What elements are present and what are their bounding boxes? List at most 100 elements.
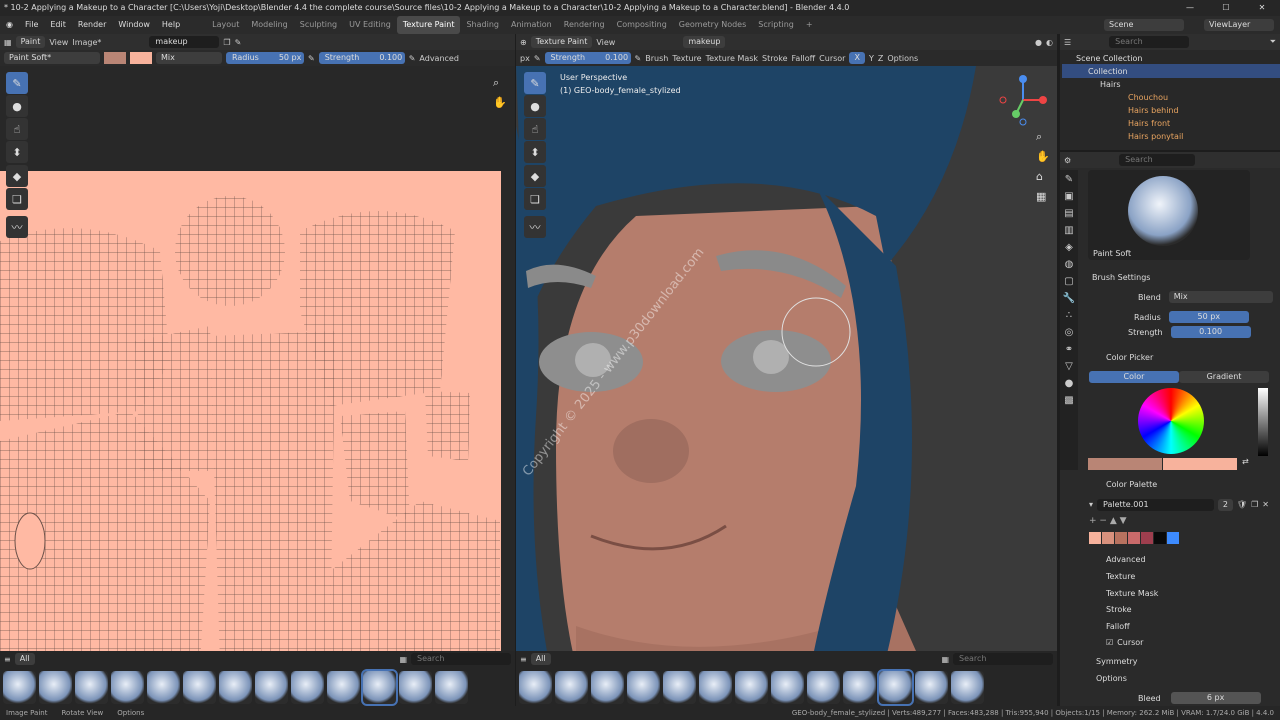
tab-scripting[interactable]: Scripting xyxy=(752,16,800,34)
tool-tab-icon[interactable]: ✎ xyxy=(1065,174,1073,185)
image-name-field[interactable]: makeup xyxy=(149,36,220,48)
outliner-row[interactable]: Hairs behind xyxy=(1062,103,1280,117)
render-tab-icon[interactable]: ▣ xyxy=(1064,191,1073,202)
outliner-search-input[interactable]: Search xyxy=(1109,36,1190,48)
shading-solid-icon[interactable]: ● xyxy=(1035,38,1042,47)
move-down-icon[interactable]: ▼ xyxy=(1120,516,1127,526)
tab-animation[interactable]: Animation xyxy=(505,16,558,34)
swap-colors-icon[interactable]: ⇄ xyxy=(1242,457,1249,466)
shelf-menu-icon[interactable]: ≡ xyxy=(520,655,527,664)
brush-thumb[interactable] xyxy=(111,670,144,704)
secondary-color-field[interactable] xyxy=(1163,458,1237,470)
pin-icon[interactable]: ✎ xyxy=(235,38,242,47)
shelf-all-tab[interactable]: All xyxy=(14,653,35,665)
properties-search-input[interactable]: Search xyxy=(1119,154,1196,166)
viewport-zoom-icon[interactable]: ⌕ xyxy=(1036,130,1042,144)
viewport-soften-tool[interactable]: ● xyxy=(524,95,546,117)
view-menu[interactable]: View xyxy=(49,38,68,47)
brush-thumb[interactable] xyxy=(951,670,984,704)
view-layer-tab-icon[interactable]: ▥ xyxy=(1064,225,1073,236)
shelf-search-input[interactable]: Search xyxy=(953,653,1053,665)
brush-thumb[interactable] xyxy=(735,670,768,704)
menu-help[interactable]: Help xyxy=(156,16,186,34)
palette-new-icon[interactable]: ❐ xyxy=(1251,500,1258,509)
outliner-row[interactable]: Collection xyxy=(1062,64,1280,78)
palette-swatch[interactable] xyxy=(1102,532,1114,544)
viewport-mask-tool[interactable]: ❏ xyxy=(524,188,546,210)
palette-browse-icon[interactable]: ▾ xyxy=(1089,500,1093,509)
options-menu[interactable]: Options xyxy=(887,54,918,63)
palette-fake-user-icon[interactable]: 🛡 xyxy=(1237,500,1247,509)
ortho-grid-icon[interactable]: ▦ xyxy=(1036,190,1046,203)
tab-texture-paint[interactable]: Texture Paint xyxy=(396,16,461,34)
viewport-clone-tool[interactable]: ⬍ xyxy=(524,141,546,163)
strength-slider[interactable]: 0.100 xyxy=(1170,326,1251,338)
pan-hand-icon[interactable]: ✋ xyxy=(493,96,507,109)
palette-name-field[interactable]: Palette.001 xyxy=(1097,498,1214,511)
navigation-gizmo[interactable] xyxy=(995,72,1051,128)
viewport-annotate-tool[interactable]: 〰 xyxy=(524,216,546,238)
brush-menu[interactable]: Brush xyxy=(645,54,668,63)
minimize-icon[interactable]: — xyxy=(1172,0,1208,16)
options-section[interactable]: Options xyxy=(1062,671,1280,685)
stroke-section[interactable]: Stroke xyxy=(1062,602,1280,616)
value-slider[interactable] xyxy=(1258,388,1268,456)
tab-shading[interactable]: Shading xyxy=(460,16,505,34)
uv-map-dropdown[interactable]: makeup xyxy=(683,36,726,48)
viewport-editor-type-icon[interactable]: ⊕ xyxy=(520,38,527,47)
brush-thumb[interactable] xyxy=(435,670,468,704)
shelf-display-icon[interactable]: ▦ xyxy=(941,655,949,664)
image-menu[interactable]: Image* xyxy=(72,38,101,47)
brush-thumb[interactable] xyxy=(555,670,588,704)
brush-thumb-selected[interactable] xyxy=(361,668,398,706)
mask-tool[interactable]: ❏ xyxy=(6,188,28,210)
uv-texture-image[interactable] xyxy=(0,171,501,664)
brush-thumb[interactable] xyxy=(3,670,36,704)
brush-thumb[interactable] xyxy=(807,670,840,704)
viewport-fill-tool[interactable]: ◆ xyxy=(524,165,546,187)
strength-pressure-icon[interactable]: ✎ xyxy=(635,54,642,63)
brush-thumb[interactable] xyxy=(915,670,948,704)
editor-type-icon[interactable]: ▦ xyxy=(4,38,12,47)
viewport-smear-tool[interactable]: ☝ xyxy=(524,118,546,140)
gradient-tab[interactable]: Gradient xyxy=(1179,371,1269,383)
advanced-menu[interactable]: Advanced xyxy=(419,54,459,63)
scene-tab-icon[interactable]: ◈ xyxy=(1065,242,1073,253)
soften-tool[interactable]: ● xyxy=(6,95,28,117)
outliner-row[interactable]: Scene Collection xyxy=(1062,51,1280,65)
falloff-menu[interactable]: Falloff xyxy=(792,54,816,63)
brush-thumb[interactable] xyxy=(591,670,624,704)
draw-brush-tool[interactable]: ✎ xyxy=(6,72,28,94)
symmetry-x-toggle[interactable]: X xyxy=(849,52,865,64)
annotate-tool[interactable]: 〰 xyxy=(6,216,28,238)
texture-section[interactable]: Texture xyxy=(1062,569,1280,583)
tab-compositing[interactable]: Compositing xyxy=(611,16,673,34)
shelf-all-tab[interactable]: All xyxy=(530,653,551,665)
3d-viewport[interactable] xyxy=(516,34,1057,664)
remove-color-icon[interactable]: − xyxy=(1099,516,1107,526)
output-tab-icon[interactable]: ▤ xyxy=(1064,208,1073,219)
symmetry-y-toggle[interactable]: Y xyxy=(869,54,874,63)
menu-render[interactable]: Render xyxy=(72,16,112,34)
symmetry-section[interactable]: Symmetry xyxy=(1062,654,1280,668)
texture-tab-icon[interactable]: ▩ xyxy=(1064,395,1073,406)
texture-mask-section[interactable]: Texture Mask xyxy=(1062,586,1280,600)
tab-layout[interactable]: Layout xyxy=(206,16,245,34)
texture-paint-mode-dropdown[interactable]: Texture Paint xyxy=(530,36,593,48)
bleed-field[interactable]: 6 px xyxy=(1170,692,1261,704)
image-browse-icon[interactable]: ❐ xyxy=(223,38,230,47)
viewport-strength-field[interactable]: Strength 0.100 xyxy=(544,52,631,64)
menu-edit[interactable]: Edit xyxy=(44,16,72,34)
secondary-color-swatch[interactable] xyxy=(130,52,152,64)
brush-thumb[interactable] xyxy=(183,670,216,704)
color-picker-section[interactable]: Color Picker xyxy=(1062,350,1280,364)
color-palette-section[interactable]: Color Palette xyxy=(1062,477,1280,491)
palette-swatch[interactable] xyxy=(1154,532,1166,544)
viewport-draw-tool[interactable]: ✎ xyxy=(524,72,546,94)
viewport-pan-icon[interactable]: ✋ xyxy=(1036,150,1050,163)
pressure-icon[interactable]: ✎ xyxy=(308,54,315,63)
brush-thumb[interactable] xyxy=(663,670,696,704)
view-layer-selector[interactable]: ViewLayer xyxy=(1204,19,1274,31)
brush-selector[interactable]: Paint Soft* xyxy=(4,52,100,64)
tab-uv-editing[interactable]: UV Editing xyxy=(343,16,397,34)
